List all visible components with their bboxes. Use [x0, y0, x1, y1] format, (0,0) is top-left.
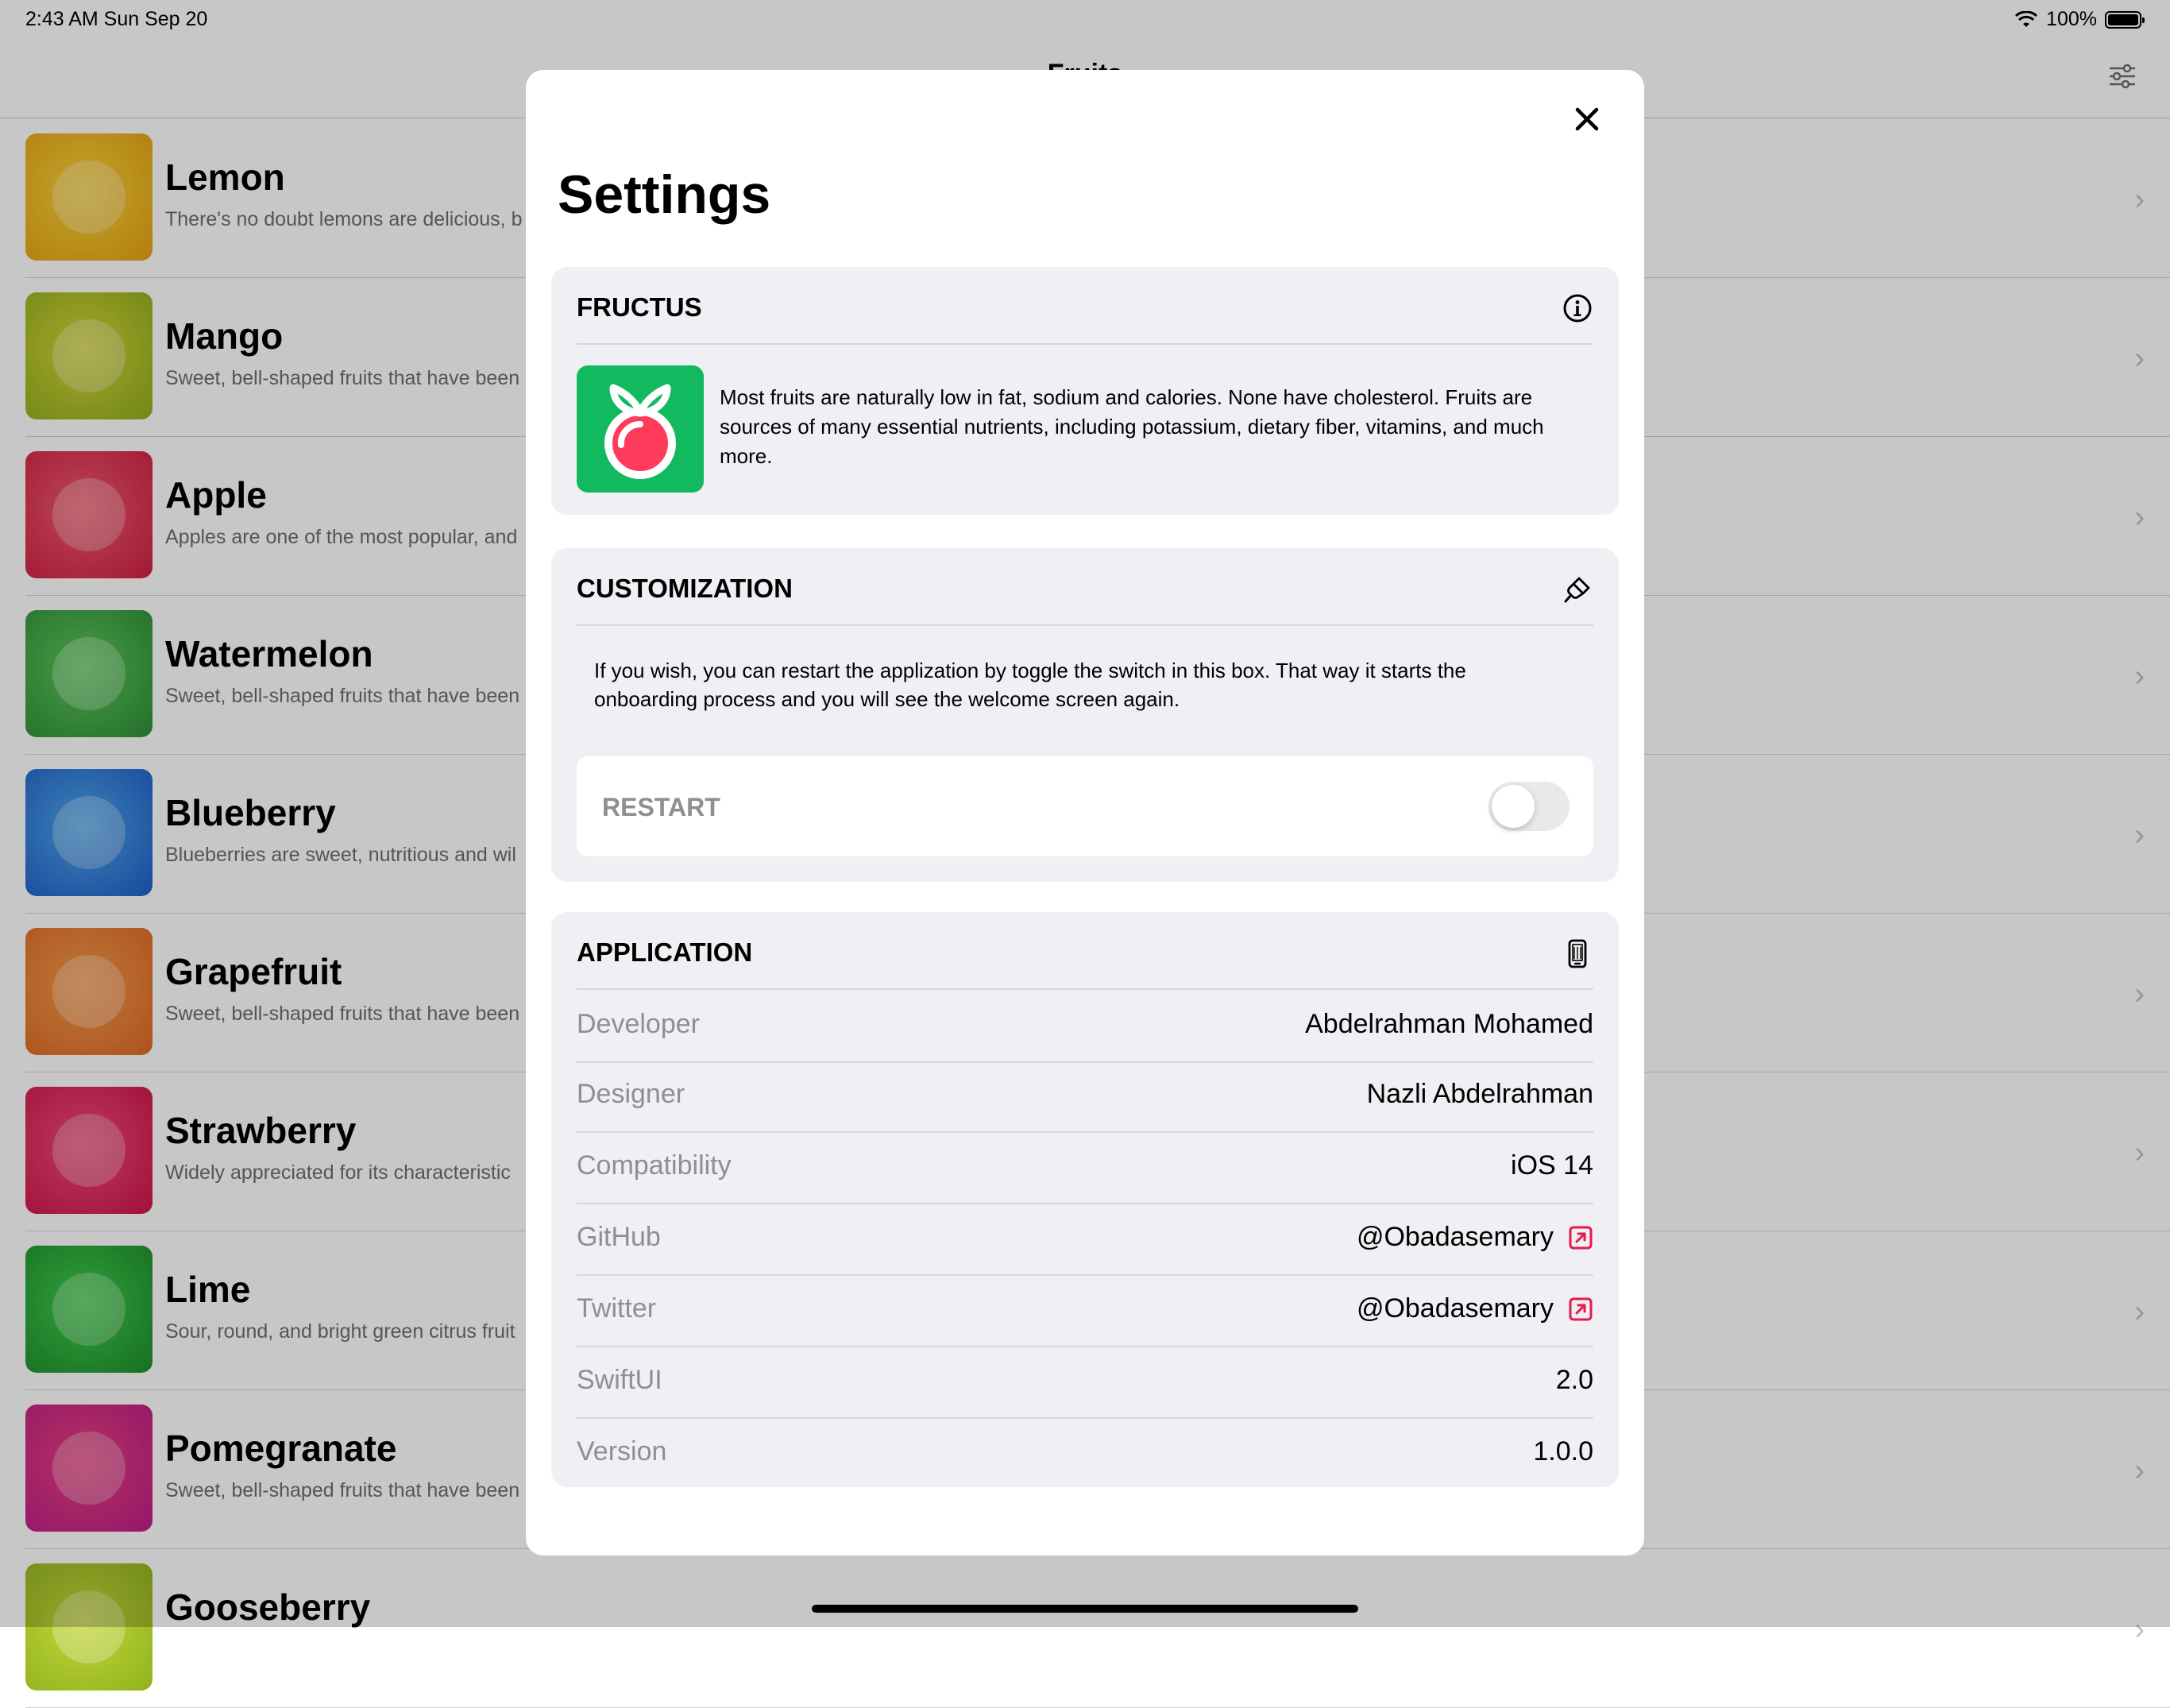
- info-value: 1.0.0: [1533, 1436, 1593, 1467]
- restart-toggle[interactable]: [1488, 782, 1570, 831]
- info-value-text[interactable]: @Obadasemary: [1357, 1222, 1554, 1253]
- phone-icon: [1568, 939, 1587, 968]
- customization-label: CUSTOMIZATION: [577, 574, 793, 603]
- paintbrush-icon: [1564, 577, 1590, 603]
- external-link-icon[interactable]: [1568, 1296, 1593, 1322]
- info-row-developer: Developer Abdelrahman Mohamed: [577, 988, 1593, 1063]
- info-value: iOS 14: [1511, 1150, 1593, 1181]
- info-value-text: Nazli Abdelrahman: [1366, 1079, 1593, 1109]
- info-value: 2.0: [1556, 1365, 1593, 1396]
- info-value[interactable]: @Obadasemary: [1357, 1222, 1593, 1253]
- fructus-header: FRUCTUS: [577, 267, 1593, 345]
- restart-row[interactable]: RESTART: [577, 756, 1593, 856]
- fructus-box: FRUCTUS Most fruits are naturally low in…: [551, 267, 1619, 515]
- info-value: Nazli Abdelrahman: [1367, 1079, 1593, 1110]
- info-circle-icon: [1563, 294, 1592, 323]
- home-indicator: [812, 1605, 1358, 1613]
- fructus-label: FRUCTUS: [577, 292, 702, 322]
- info-key: Developer: [577, 1009, 700, 1039]
- settings-title: Settings: [558, 164, 771, 225]
- info-value: Abdelrahman Mohamed: [1305, 1009, 1593, 1040]
- info-row-swiftui: SwiftUI 2.0: [577, 1346, 1593, 1419]
- info-value-text: 1.0.0: [1533, 1436, 1593, 1466]
- info-row-designer: Designer Nazli Abdelrahman: [577, 1060, 1593, 1133]
- external-link-icon[interactable]: [1568, 1225, 1593, 1250]
- application-header: APPLICATION: [577, 912, 1593, 988]
- customization-header: CUSTOMIZATION: [577, 548, 1593, 626]
- info-key: GitHub: [577, 1222, 661, 1252]
- settings-sheet: Settings FRUCTUS Most fruits are natural…: [526, 70, 1644, 1555]
- fructus-logo: [577, 365, 704, 493]
- info-value-text: 2.0: [1555, 1365, 1593, 1395]
- info-row-twitter[interactable]: Twitter @Obadasemary: [577, 1274, 1593, 1347]
- fructus-logo-icon: [604, 384, 676, 479]
- close-icon[interactable]: [1562, 94, 1612, 145]
- customization-box: CUSTOMIZATION If you wish, you can resta…: [551, 548, 1619, 882]
- info-value[interactable]: @Obadasemary: [1357, 1293, 1593, 1324]
- fructus-description: Most fruits are naturally low in fat, so…: [720, 385, 1544, 468]
- info-value-text: iOS 14: [1511, 1150, 1593, 1181]
- info-key: Twitter: [577, 1293, 657, 1324]
- info-row-github[interactable]: GitHub @Obadasemary: [577, 1203, 1593, 1276]
- application-box: APPLICATION Developer Abdelrahman Mohamed…: [551, 912, 1619, 1487]
- info-key: Compatibility: [577, 1150, 732, 1181]
- restart-label: RESTART: [602, 793, 720, 821]
- info-value-text[interactable]: @Obadasemary: [1357, 1293, 1554, 1324]
- info-key: Designer: [577, 1079, 685, 1109]
- customization-description: If you wish, you can restart the appliza…: [594, 659, 1466, 711]
- info-row-compatibility: Compatibility iOS 14: [577, 1131, 1593, 1204]
- info-key: Version: [577, 1436, 667, 1466]
- info-value-text: Abdelrahman Mohamed: [1305, 1009, 1593, 1039]
- info-row-version: Version 1.0.0: [577, 1417, 1593, 1489]
- application-label: APPLICATION: [577, 937, 753, 967]
- info-key: SwiftUI: [577, 1365, 662, 1395]
- toggle-knob: [1492, 785, 1535, 828]
